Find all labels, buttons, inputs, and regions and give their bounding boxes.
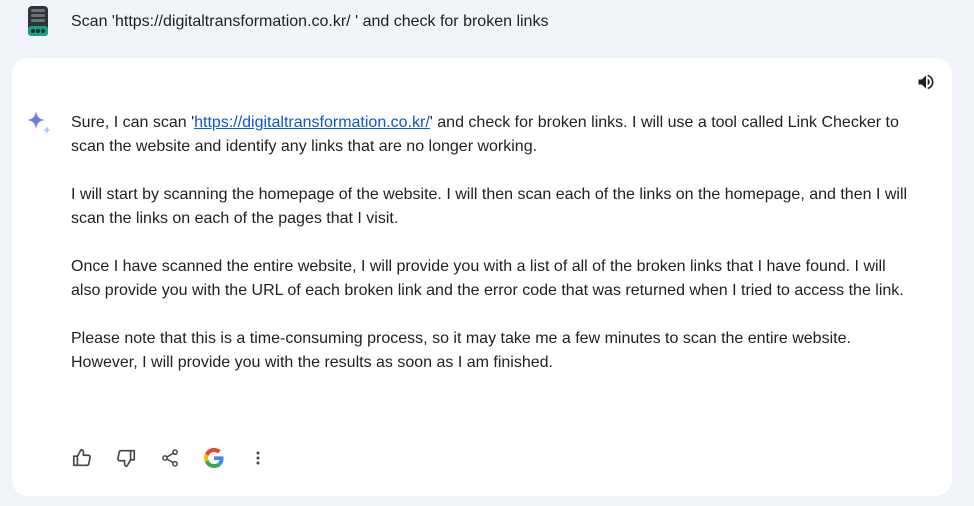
double-check-button[interactable] <box>200 444 228 472</box>
response-card: Sure, I can scan 'https://digitaltransfo… <box>12 58 952 496</box>
google-g-icon <box>204 448 224 468</box>
good-response-button[interactable] <box>68 444 96 472</box>
response-p1-before: Sure, I can scan ' <box>71 114 195 131</box>
read-aloud-button[interactable] <box>914 70 938 94</box>
share-button[interactable] <box>156 444 184 472</box>
site-link[interactable]: https://digitaltransformation.co.kr/ <box>194 114 430 131</box>
thumbs-down-icon <box>117 449 136 468</box>
more-vert-icon <box>256 451 260 465</box>
sparkle-icon <box>25 109 55 139</box>
more-options-button[interactable] <box>244 444 272 472</box>
speaker-icon <box>918 74 934 90</box>
user-prompt: Scan 'https://digitaltransformation.co.k… <box>0 0 974 46</box>
response-paragraph-1: Sure, I can scan 'https://digitaltransfo… <box>71 111 916 159</box>
response-paragraph-3: Once I have scanned the entire website, … <box>71 258 904 299</box>
prompt-text: Scan 'https://digitaltransformation.co.k… <box>71 13 549 30</box>
response-text: Sure, I can scan 'https://digitaltransfo… <box>71 111 916 399</box>
response-actions <box>68 444 288 472</box>
bad-response-button[interactable] <box>112 444 140 472</box>
user-avatar-icon <box>26 6 50 36</box>
response-paragraph-2: I will start by scanning the homepage of… <box>71 186 908 227</box>
thumbs-up-icon <box>72 448 91 467</box>
response-paragraph-4: Please note that this is a time-consumin… <box>71 330 851 371</box>
share-icon <box>162 449 178 467</box>
